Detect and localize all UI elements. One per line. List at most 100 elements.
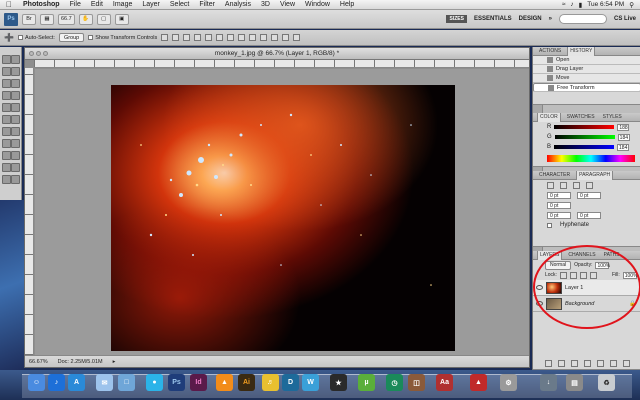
history-item[interactable]: Open	[533, 56, 640, 65]
align-left-text-icon[interactable]	[547, 181, 554, 189]
screen-mode-button[interactable]: ▣	[114, 13, 129, 25]
menu-select[interactable]: Select	[165, 1, 194, 8]
type-tool-icon[interactable]	[11, 139, 20, 148]
sound-icon[interactable]: ♬	[262, 374, 279, 391]
view-extras-button[interactable]: ▦	[40, 13, 54, 25]
adjustment-layer-icon[interactable]	[584, 360, 591, 367]
align-vcenter-icon[interactable]	[172, 34, 180, 41]
green-value-input[interactable]: 184	[617, 133, 630, 141]
clone-stamp-tool-icon[interactable]	[2, 103, 11, 112]
canvas-area[interactable]	[35, 69, 529, 355]
new-group-icon[interactable]	[597, 360, 604, 367]
trash-icon[interactable]: ♻	[598, 374, 615, 391]
green-slider[interactable]	[554, 135, 615, 139]
marquee-tool-icon[interactable]	[11, 55, 20, 64]
tab-styles[interactable]: STYLES	[601, 113, 624, 122]
distribute-hcenter-icon[interactable]	[271, 34, 279, 41]
distribute-vcenter-icon[interactable]	[238, 34, 246, 41]
first-line-indent-field[interactable]: 0 pt	[547, 201, 571, 209]
status-arrow-icon[interactable]: ▸	[113, 359, 116, 365]
zoom-level-select[interactable]: 66.7	[58, 13, 75, 25]
tab-paragraph[interactable]: PARAGRAPH	[576, 170, 614, 180]
vertical-ruler[interactable]	[25, 68, 34, 355]
quick-select-tool-icon[interactable]	[11, 67, 20, 76]
messages-icon[interactable]: ●	[146, 374, 163, 391]
blur-tool-icon[interactable]	[2, 127, 11, 136]
distribute-left-icon[interactable]	[260, 34, 268, 41]
tab-history[interactable]: HISTORY	[567, 46, 596, 56]
space-after-field[interactable]: 0 pt	[577, 211, 601, 219]
lasso-tool-icon[interactable]	[2, 67, 11, 76]
layer-style-icon[interactable]	[558, 360, 565, 367]
menu-analysis[interactable]: Analysis	[220, 1, 256, 8]
utorrent-icon[interactable]: µ	[358, 374, 375, 391]
menu-edit[interactable]: Edit	[86, 1, 108, 8]
tab-character[interactable]: CHARACTER	[537, 171, 572, 180]
timemachine-icon[interactable]: ◷	[386, 374, 403, 391]
dodge-tool-icon[interactable]	[11, 127, 20, 136]
justify-text-icon[interactable]	[586, 181, 593, 189]
menu-3d[interactable]: 3D	[256, 1, 275, 8]
workspace-badge[interactable]: SIZES	[446, 15, 467, 23]
preview-icon[interactable]: □	[118, 374, 135, 391]
documents-icon[interactable]: ▤	[566, 374, 583, 391]
finder-icon[interactable]: ☺	[28, 374, 45, 391]
history-item[interactable]: Free Transform	[533, 83, 640, 92]
delete-layer-icon[interactable]	[623, 360, 630, 367]
crop-tool-icon[interactable]	[2, 79, 11, 88]
photoshop-icon[interactable]: Ps	[168, 374, 185, 391]
3d-orbit-tool-icon[interactable]	[11, 163, 20, 172]
dictionary-icon[interactable]: Aa	[436, 374, 453, 391]
battery-icon[interactable]: ▮	[579, 1, 583, 9]
shape-tool-icon[interactable]	[11, 151, 20, 160]
align-left-icon[interactable]	[194, 34, 202, 41]
brush-tool-icon[interactable]	[11, 91, 20, 100]
3d-rotate-tool-icon[interactable]	[2, 163, 11, 172]
illustrator-icon[interactable]: Ai	[238, 374, 255, 391]
minimize-window-button[interactable]	[36, 51, 41, 56]
pen-tool-icon[interactable]	[2, 139, 11, 148]
photos-icon[interactable]: ◫	[408, 374, 425, 391]
status-zoom[interactable]: 66.67%	[29, 359, 48, 365]
workspace-design[interactable]: DESIGN	[519, 16, 542, 22]
document-titlebar[interactable]: monkey_1.jpg @ 66.7% (Layer 1, RGB/8) *	[25, 48, 529, 60]
distribute-top-icon[interactable]	[227, 34, 235, 41]
itunes-icon[interactable]: ♪	[48, 374, 65, 391]
hand-tool-button[interactable]: ✋	[78, 13, 93, 25]
red-slider[interactable]	[554, 125, 615, 129]
search-input[interactable]	[558, 14, 607, 24]
healing-brush-tool-icon[interactable]	[2, 91, 11, 100]
auto-select-dropdown[interactable]: Group	[58, 33, 85, 42]
pw-icon[interactable]: W	[302, 374, 319, 391]
launch-bridge-button[interactable]: Br	[22, 13, 36, 25]
history-item[interactable]: Drag Layer	[533, 65, 640, 74]
align-hcenter-icon[interactable]	[205, 34, 213, 41]
spotlight-search-icon[interactable]: ⚲	[629, 1, 634, 9]
appstore-icon[interactable]: A	[68, 374, 85, 391]
blue-slider[interactable]	[554, 145, 615, 149]
acrobat-icon[interactable]: ▲	[470, 374, 487, 391]
menu-help[interactable]: Help	[335, 1, 359, 8]
apple-icon[interactable]: 	[0, 0, 18, 9]
eraser-tool-icon[interactable]	[2, 115, 11, 124]
distribute-right-icon[interactable]	[282, 34, 290, 41]
auto-select-checkbox[interactable]: Auto-Select:	[17, 35, 55, 41]
system-preferences-icon[interactable]: ⚙	[500, 374, 517, 391]
hand-tool-icon[interactable]	[2, 175, 11, 184]
eyedropper-tool-icon[interactable]	[11, 79, 20, 88]
games-icon[interactable]: ★	[330, 374, 347, 391]
menu-window[interactable]: Window	[300, 1, 335, 8]
layer-mask-icon[interactable]	[571, 360, 578, 367]
zoom-tool-icon[interactable]	[11, 175, 20, 184]
path-select-tool-icon[interactable]	[2, 151, 11, 160]
zoom-window-button[interactable]	[43, 51, 48, 56]
gradient-tool-icon[interactable]	[11, 115, 20, 124]
menu-layer[interactable]: Layer	[137, 1, 165, 8]
history-brush-tool-icon[interactable]	[11, 103, 20, 112]
wifi-icon[interactable]: ≈	[562, 1, 566, 8]
tab-swatches[interactable]: SWATCHES	[565, 113, 597, 122]
menu-app-photoshop[interactable]: Photoshop	[18, 1, 65, 8]
downloads-icon[interactable]: ↓	[540, 374, 557, 391]
indent-right-field[interactable]: 0 pt	[577, 191, 601, 199]
menu-view[interactable]: View	[275, 1, 300, 8]
